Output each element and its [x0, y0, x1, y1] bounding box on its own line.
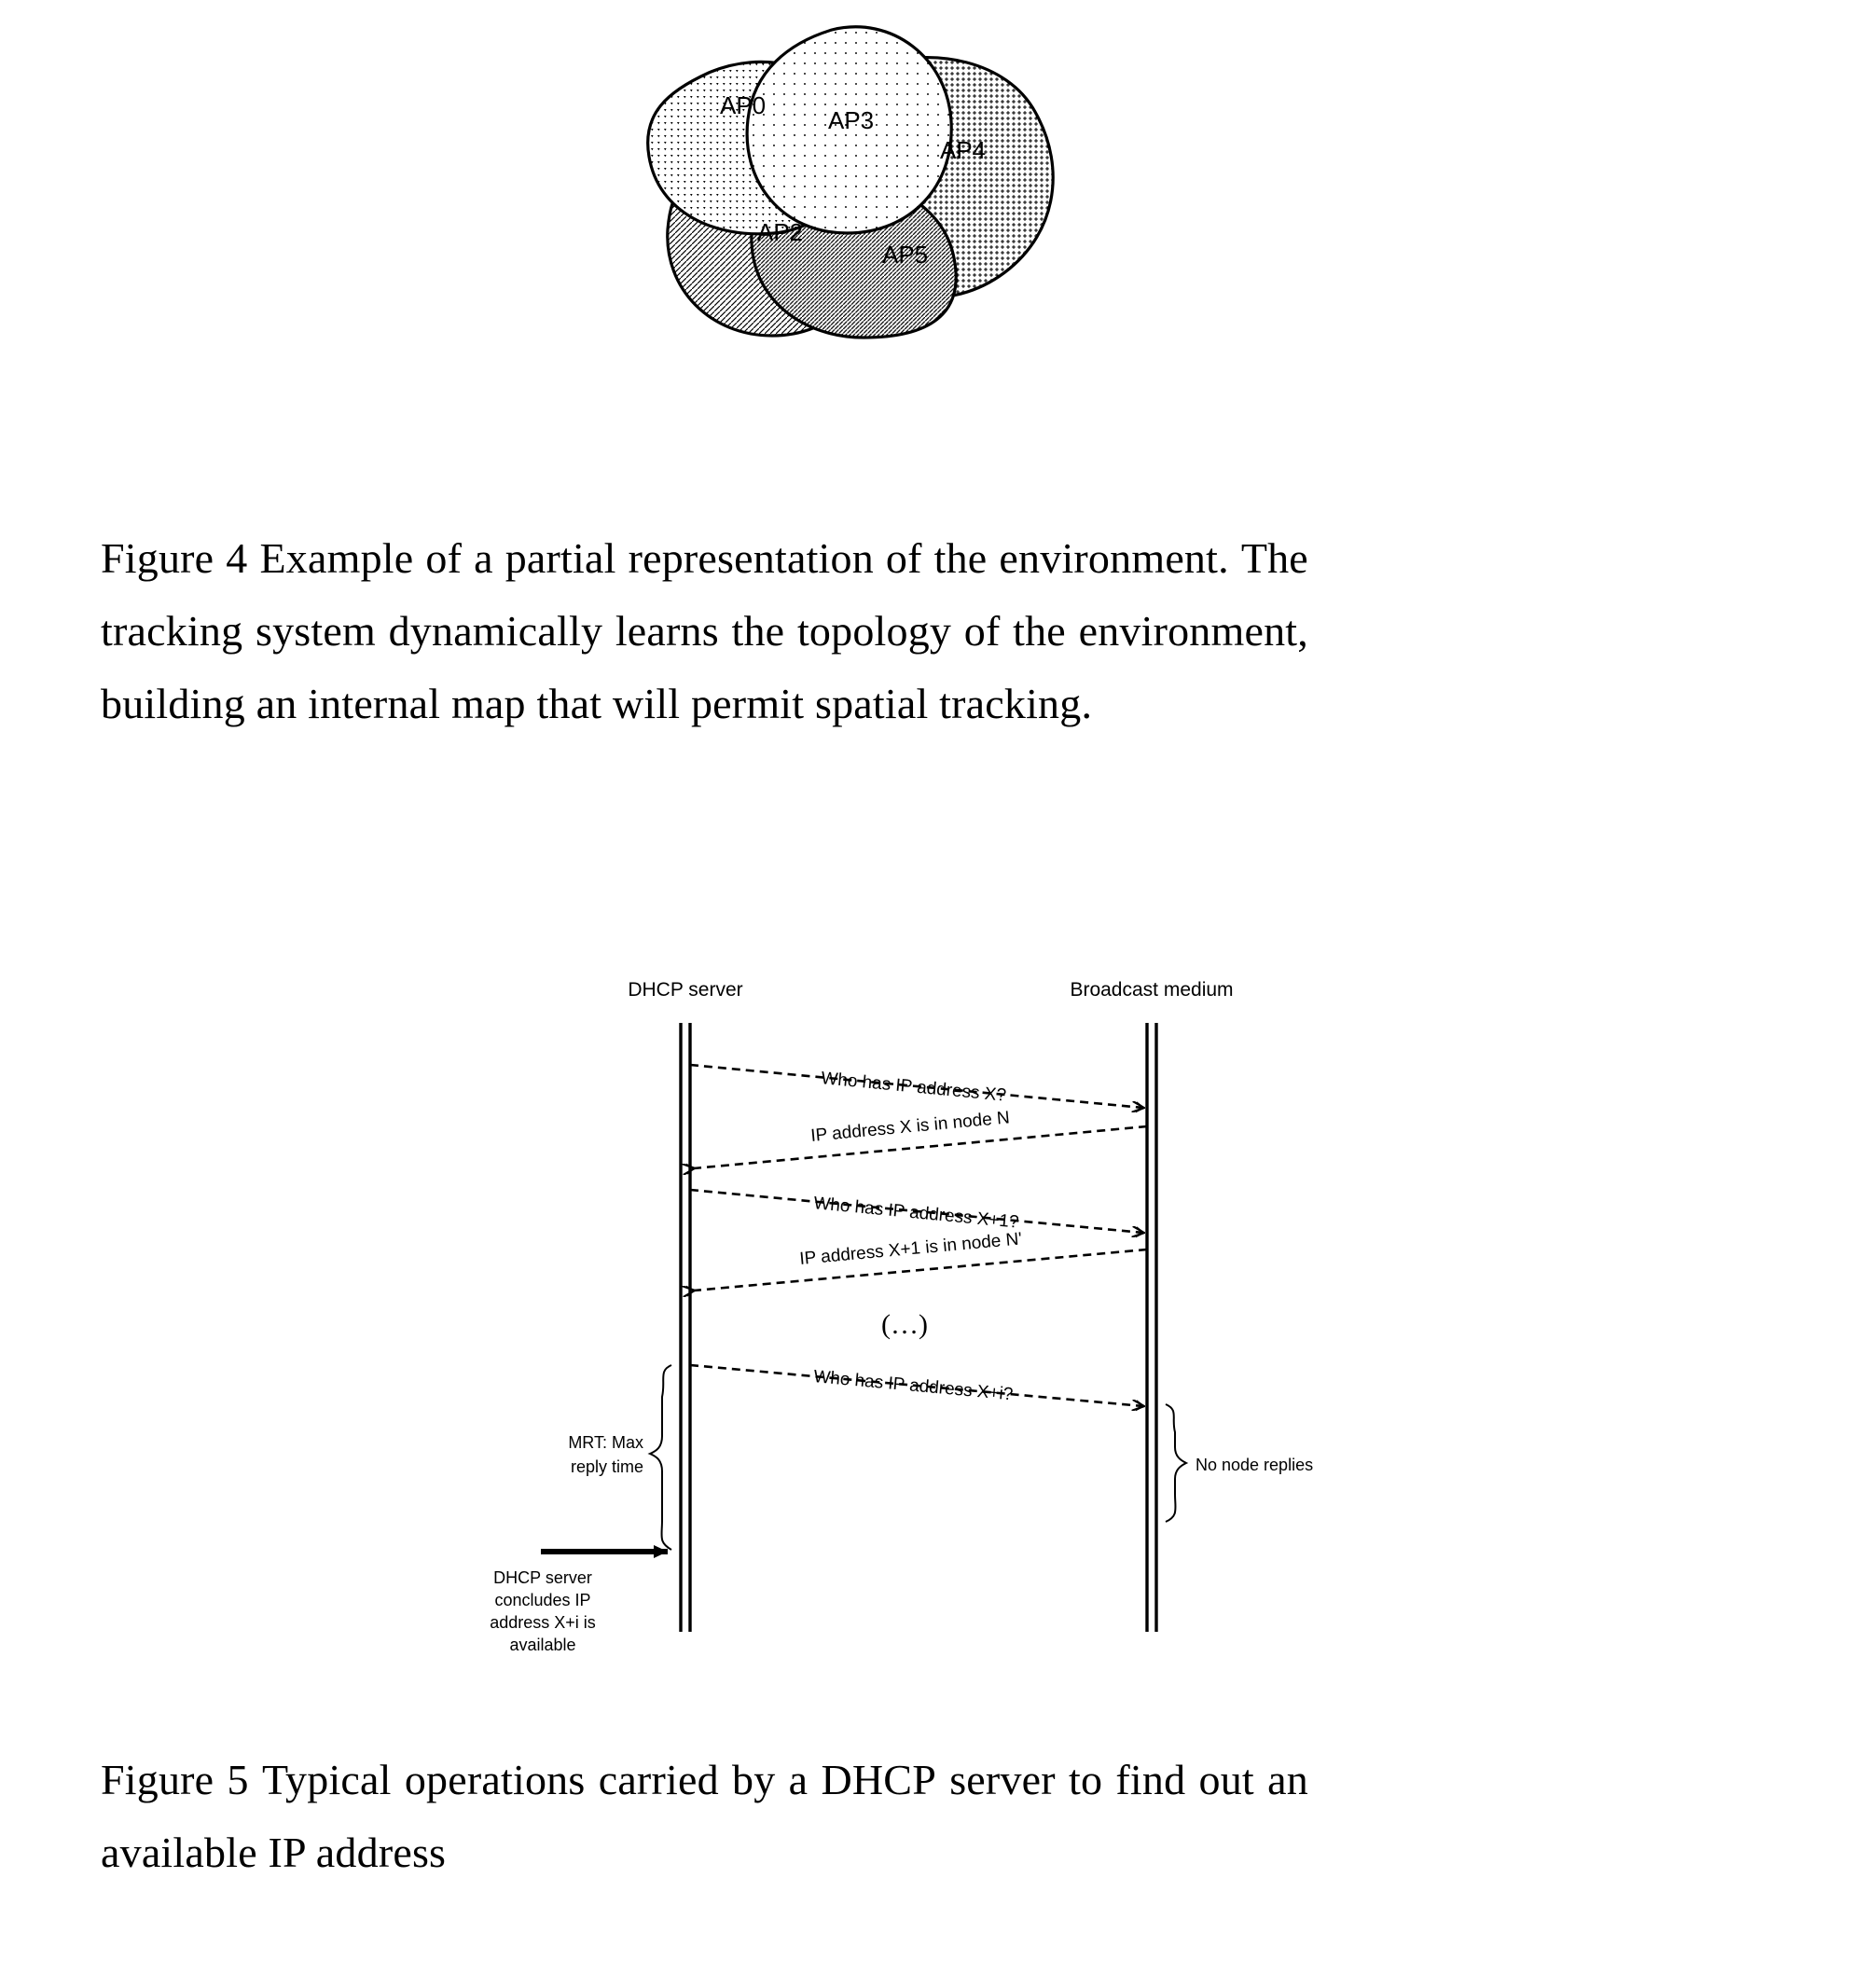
region-label-ap3: AP3 — [828, 106, 874, 134]
annotation-conclusion-line-4: available — [509, 1636, 575, 1654]
ellipsis-label: (…) — [881, 1309, 928, 1340]
caption-word: Example — [259, 534, 414, 582]
caption-word: system — [255, 607, 376, 655]
caption-word: dynamically — [388, 607, 603, 655]
annotation-mrt-line-1: MRT: Max — [568, 1433, 643, 1452]
caption-word: of — [963, 607, 1001, 655]
message-label-2: IP address X is in node N — [810, 1108, 1011, 1146]
caption-word: the — [731, 607, 785, 655]
message-3: Who has IP address X+1? — [689, 1188, 1143, 1233]
figure4-diagram: AP0 AP3 AP4 AP2 AP5 — [597, 9, 1212, 345]
annotation-conclusion-line-1: DHCP server — [493, 1568, 592, 1587]
caption-word: out — [1198, 1756, 1254, 1803]
caption-word: the — [933, 534, 988, 582]
figure4-caption-line-1: Figure 4 Example of a partial representa… — [101, 522, 1308, 595]
caption-word: a — [788, 1756, 809, 1803]
message-label-1: Who has IP address X? — [821, 1069, 1007, 1106]
caption-word: tracking — [101, 607, 243, 655]
message-5: Who has IP address X+i? — [689, 1363, 1143, 1406]
caption-word: 4 — [226, 534, 248, 582]
region-label-ap4: AP4 — [940, 136, 986, 164]
annotation-no-node-replies: No node replies — [1196, 1456, 1313, 1474]
brace-mrt — [647, 1364, 672, 1551]
caption-word: a — [474, 534, 493, 582]
annotation-conclusion-line-3: address X+i is — [490, 1613, 596, 1632]
caption-word: server — [949, 1756, 1056, 1803]
lifeline-broadcast-medium — [1145, 1023, 1158, 1632]
region-label-ap2: AP2 — [757, 218, 803, 246]
figure5-caption-line-2: available IP address — [101, 1829, 447, 1876]
annotation-mrt-line-2: reply time — [571, 1457, 643, 1476]
caption-word: find — [1115, 1756, 1186, 1803]
figure5-diagram: DHCP server Broadcast medium Who has IP … — [485, 970, 1380, 1706]
message-label-5: Who has IP address X+i? — [813, 1367, 1015, 1404]
caption-word: the — [1013, 607, 1066, 655]
lifeline-label-broadcast-medium: Broadcast medium — [1070, 979, 1233, 1001]
caption-word: topology — [796, 607, 952, 655]
figure4-regions — [646, 25, 1055, 339]
caption-word: Figure — [101, 1756, 214, 1803]
caption-word: learns — [615, 607, 719, 655]
lifeline-dhcp-server — [679, 1023, 692, 1632]
caption-word: of — [885, 534, 922, 582]
caption-word: 5 — [227, 1756, 249, 1803]
caption-word: of — [425, 534, 463, 582]
annotation-conclusion-line-2: concludes IP — [494, 1591, 590, 1609]
region-label-ap0: AP0 — [720, 91, 766, 119]
message-label-3: Who has IP address X+1? — [813, 1194, 1020, 1233]
caption-word: The — [1240, 534, 1308, 582]
figure5-caption-line-1: Figure 5 Typical operations carried by a… — [101, 1744, 1308, 1816]
brace-no-node-replies — [1165, 1403, 1189, 1523]
figure4-caption-line-2: tracking system dynamically learns the t… — [101, 595, 1308, 668]
caption-word: operations — [404, 1756, 586, 1803]
caption-word: Typical — [261, 1756, 392, 1803]
caption-word: environment. — [999, 534, 1229, 582]
caption-word: DHCP — [821, 1756, 936, 1803]
caption-word: carried — [598, 1756, 719, 1803]
caption-word: partial — [505, 534, 616, 582]
caption-word: an — [1267, 1756, 1308, 1803]
lifeline-label-dhcp-server: DHCP server — [628, 979, 742, 1001]
region-label-ap5: AP5 — [882, 241, 928, 269]
message-1: Who has IP address X? — [689, 1063, 1143, 1108]
caption-word: environment, — [1078, 607, 1308, 655]
caption-word: by — [732, 1756, 776, 1803]
caption-word: Figure — [101, 534, 214, 582]
message-4: IP address X+1 is in node N' — [694, 1229, 1148, 1291]
caption-word: to — [1069, 1756, 1103, 1803]
figure4-caption: Figure 4 Example of a partial representa… — [101, 522, 1308, 740]
figure4-caption-line-3: building an internal map that will permi… — [101, 680, 1093, 727]
message-2: IP address X is in node N — [694, 1108, 1148, 1168]
caption-word: representation — [628, 534, 874, 582]
figure5-caption: Figure 5 Typical operations carried by a… — [101, 1744, 1308, 1889]
